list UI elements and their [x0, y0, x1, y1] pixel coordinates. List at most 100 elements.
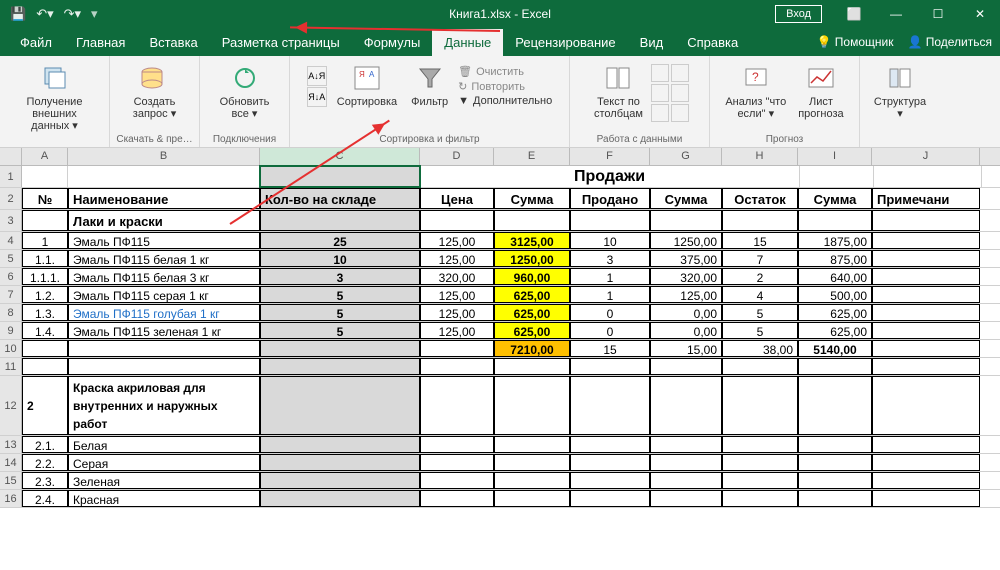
forecast-sheet-button[interactable]: Лист прогноза [794, 60, 847, 122]
tab-page-layout[interactable]: Разметка страницы [210, 29, 352, 56]
col-hdr-i[interactable]: I [798, 148, 872, 165]
sort-asc-button[interactable]: A↓Я [307, 66, 327, 86]
sort-desc-button[interactable]: Я↓A [307, 87, 327, 107]
advanced-button[interactable]: ▼Дополнительно [458, 94, 552, 108]
table-row: 71.2.Эмаль ПФ115 серая 1 кг5125,00625,00… [0, 286, 1000, 304]
tab-data[interactable]: Данные [432, 29, 503, 56]
group-label: Скачать & пре… [110, 134, 199, 145]
row-hdr[interactable]: 5 [0, 250, 22, 267]
maximize-icon[interactable]: ☐ [918, 0, 958, 28]
relations-icon[interactable] [651, 104, 669, 122]
filter-button[interactable]: Фильтр [407, 60, 452, 110]
row-hdr[interactable]: 16 [0, 490, 22, 507]
col-hdr-g[interactable]: G [650, 148, 722, 165]
save-icon[interactable]: 💾 [10, 6, 26, 22]
tab-formulas[interactable]: Формулы [352, 29, 433, 56]
text-columns-icon [603, 62, 635, 94]
row-hdr[interactable]: 13 [0, 436, 22, 453]
what-if-button[interactable]: ? Анализ "что если" ▾ [721, 60, 790, 122]
new-query-button[interactable]: Создать запрос ▾ [129, 60, 180, 122]
row-hdr[interactable]: 3 [0, 210, 22, 231]
data-model-icon[interactable] [671, 104, 689, 122]
redo-icon[interactable]: ↷▾ [64, 6, 81, 22]
consolidate-icon[interactable] [671, 84, 689, 102]
minimize-icon[interactable]: — [876, 0, 916, 28]
select-all-corner[interactable] [0, 148, 22, 165]
row-2: 2 № Наименование Кол-во на складе Цена С… [0, 188, 1000, 210]
close-icon[interactable]: ✕ [960, 0, 1000, 28]
get-external-data-button[interactable]: Получение внешних данных ▾ [8, 60, 101, 134]
group-label: Сортировка и фильтр [290, 134, 569, 145]
outline-icon [884, 62, 916, 94]
row-1: 1 Продажи [0, 166, 1000, 188]
funnel-icon [414, 62, 446, 94]
clear-icon: 🗑 [458, 65, 472, 78]
row-hdr[interactable]: 11 [0, 358, 22, 375]
col-hdr-e[interactable]: E [494, 148, 570, 165]
row-12: 12 2 Краска акриловая для внутренних и н… [0, 376, 1000, 436]
validation-icon[interactable] [651, 84, 669, 102]
row-hdr[interactable]: 12 [0, 376, 22, 435]
share-button[interactable]: 👤 Поделиться [907, 35, 992, 49]
column-headers: A B C D E F G H I J [0, 148, 1000, 166]
reapply-button: ↻Повторить [458, 79, 552, 94]
row-hdr[interactable]: 7 [0, 286, 22, 303]
col-hdr-d[interactable]: D [420, 148, 494, 165]
col-hdr-b[interactable]: B [68, 148, 260, 165]
remove-dup-icon[interactable] [671, 64, 689, 82]
table-row: 81.3.Эмаль ПФ115 голубая 1 кг5125,00625,… [0, 304, 1000, 322]
row-hdr[interactable]: 6 [0, 268, 22, 285]
tab-view[interactable]: Вид [628, 29, 676, 56]
col-hdr-h[interactable]: H [722, 148, 798, 165]
row-hdr[interactable]: 2 [0, 188, 22, 209]
file-tabs: Файл Главная Вставка Разметка страницы Ф… [0, 28, 1000, 56]
ribbon-options-icon[interactable]: ⬜ [834, 0, 874, 28]
what-if-icon: ? [740, 62, 772, 94]
row-10: 10 7210,00 15 15,00 38,00 5140,00 [0, 340, 1000, 358]
row-hdr[interactable]: 1 [0, 166, 22, 187]
row-11: 11 [0, 358, 1000, 376]
table-row: 142.2.Серая [0, 454, 1000, 472]
undo-icon[interactable]: ↶▾ [36, 6, 53, 22]
table-row: 162.4.Красная [0, 490, 1000, 508]
tab-home[interactable]: Главная [64, 29, 137, 56]
refresh-icon [229, 62, 261, 94]
svg-text:?: ? [752, 70, 759, 84]
col-hdr-j[interactable]: J [872, 148, 980, 165]
sort-icon: ЯA [351, 62, 383, 94]
row-hdr[interactable]: 10 [0, 340, 22, 357]
row-hdr[interactable]: 9 [0, 322, 22, 339]
query-icon [139, 62, 171, 94]
spreadsheet[interactable]: 1 Продажи 2 № Наименование Кол-во на скл… [0, 166, 1000, 508]
titlebar: 💾 ↶▾ ↷▾ ▾ Книга1.xlsx - Excel Вход ⬜ — ☐… [0, 0, 1000, 28]
advanced-icon: ▼ [458, 95, 469, 107]
tab-help[interactable]: Справка [675, 29, 750, 56]
text-to-columns-button[interactable]: Текст по столбцам [590, 60, 647, 122]
col-hdr-f[interactable]: F [570, 148, 650, 165]
table-row: 51.1.Эмаль ПФ115 белая 1 кг10125,001250,… [0, 250, 1000, 268]
reapply-icon: ↻ [458, 80, 467, 93]
sort-button[interactable]: ЯA Сортировка [333, 60, 401, 110]
col-hdr-a[interactable]: A [22, 148, 68, 165]
tell-me[interactable]: 💡 Помощник [816, 35, 893, 49]
row-hdr[interactable]: 15 [0, 472, 22, 489]
table-row: 152.3.Зеленая [0, 472, 1000, 490]
outline-button[interactable]: Структура ▾ [870, 60, 930, 122]
sheet-title: Продажи [420, 166, 800, 187]
qat-more-icon[interactable]: ▾ [91, 6, 98, 22]
row-hdr[interactable]: 4 [0, 232, 22, 249]
table-row: 41Эмаль ПФ11525125,003125,00101250,00151… [0, 232, 1000, 250]
login-button[interactable]: Вход [775, 5, 822, 23]
group-label: Прогноз [710, 134, 859, 145]
row-hdr[interactable]: 14 [0, 454, 22, 471]
tab-insert[interactable]: Вставка [137, 29, 209, 56]
row-hdr[interactable]: 8 [0, 304, 22, 321]
refresh-all-button[interactable]: Обновить все ▾ [216, 60, 274, 122]
clear-filter-button: 🗑Очистить [458, 64, 552, 79]
group-label: Работа с данными [570, 134, 709, 145]
flash-fill-icon[interactable] [651, 64, 669, 82]
tab-review[interactable]: Рецензирование [503, 29, 627, 56]
table-row: 61.1.1.Эмаль ПФ115 белая 3 кг3320,00960,… [0, 268, 1000, 286]
table-row: 91.4.Эмаль ПФ115 зеленая 1 кг5125,00625,… [0, 322, 1000, 340]
tab-file[interactable]: Файл [8, 29, 64, 56]
